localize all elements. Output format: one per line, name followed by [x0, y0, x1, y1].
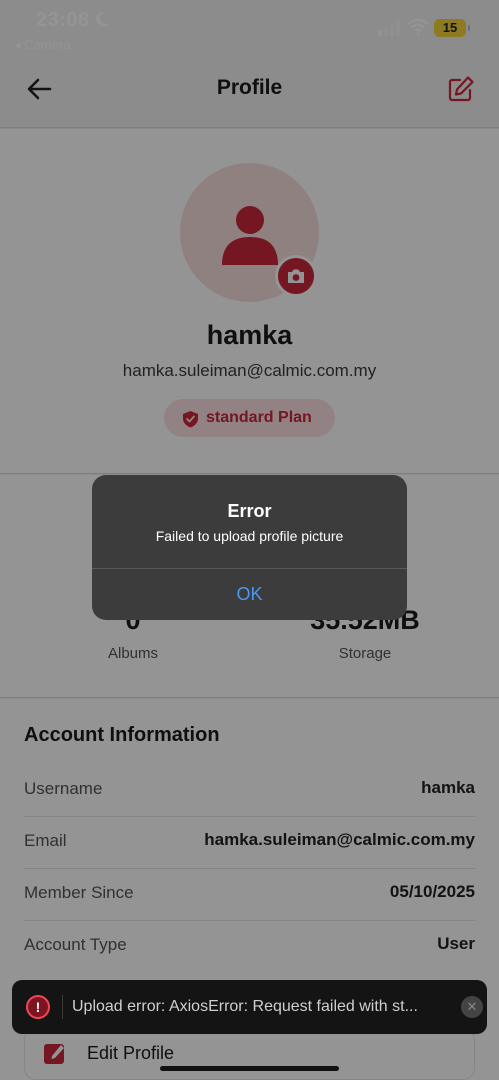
- home-indicator[interactable]: [160, 1066, 339, 1071]
- close-icon[interactable]: ✕: [461, 996, 483, 1018]
- error-toast[interactable]: ! Upload error: AxiosError: Request fail…: [12, 980, 487, 1034]
- toast-message: Upload error: AxiosError: Request failed…: [72, 998, 418, 1015]
- alert-circle-icon: !: [26, 995, 50, 1019]
- toast-divider: [62, 995, 63, 1019]
- alert-ok-button[interactable]: OK: [92, 569, 407, 620]
- alert-message: Failed to upload profile picture: [155, 528, 344, 544]
- alert-title: Error: [227, 501, 272, 521]
- error-alert-dialog: Error Failed to upload profile picture O…: [92, 475, 407, 620]
